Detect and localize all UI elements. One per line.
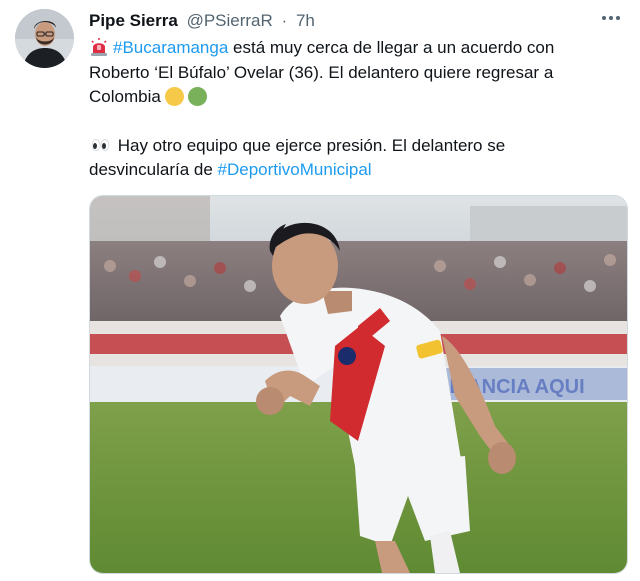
tweet-line-1: #Bucaramanga está muy cerca de llegar a …	[89, 36, 624, 61]
tweet-text-line1: está muy cerca de llegar a un acuerdo co…	[228, 38, 555, 57]
tweet-header: Pipe Sierra @PSierraR · 7h	[89, 10, 620, 32]
tweet-line-3: Colombia	[89, 85, 624, 110]
author-name[interactable]: Pipe Sierra	[89, 11, 178, 30]
tweet-text: #Bucaramanga está muy cerca de llegar a …	[89, 36, 624, 183]
tweet-card[interactable]: Pipe Sierra @PSierraR · 7h #Bucaramanga …	[0, 0, 640, 581]
avatar[interactable]	[15, 9, 74, 68]
separator-dot: ·	[281, 11, 288, 30]
football-player-photo: ALIANCIA AQUI	[90, 196, 627, 573]
tweet-timestamp[interactable]: 7h	[296, 11, 315, 30]
tweet-media-photo[interactable]: ALIANCIA AQUI	[89, 195, 628, 574]
author-handle[interactable]: @PSierraR	[187, 11, 273, 30]
siren-emoji-icon	[91, 38, 107, 56]
yellow-circle-emoji-icon	[164, 87, 184, 106]
more-options-icon[interactable]	[596, 8, 626, 28]
tweet-text-line4: Hay otro equipo que ejerce presión. El d…	[113, 135, 506, 155]
tweet-line-4: Hay otro equipo que ejerce presión. El d…	[89, 134, 624, 159]
tweet-text-line3: Colombia	[89, 87, 161, 106]
eyes-emoji-icon	[91, 138, 110, 151]
hashtag-bucaramanga[interactable]: #Bucaramanga	[113, 38, 228, 57]
tweet-line-2: Roberto ‘El Búfalo’ Ovelar (36). El dela…	[89, 62, 554, 82]
avatar-image	[15, 9, 74, 68]
tweet-line-5: desvincularía de #DeportivoMunicipal	[89, 158, 624, 183]
green-circle-emoji-icon	[187, 87, 207, 106]
tweet-text-line5: desvincularía de	[89, 160, 218, 179]
hashtag-deportivo-municipal[interactable]: #DeportivoMunicipal	[218, 160, 372, 179]
